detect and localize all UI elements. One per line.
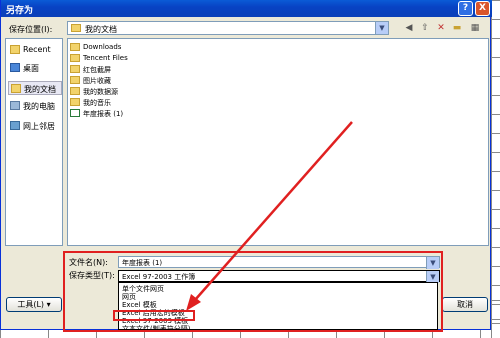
- annotation-arrow: [186, 121, 353, 311]
